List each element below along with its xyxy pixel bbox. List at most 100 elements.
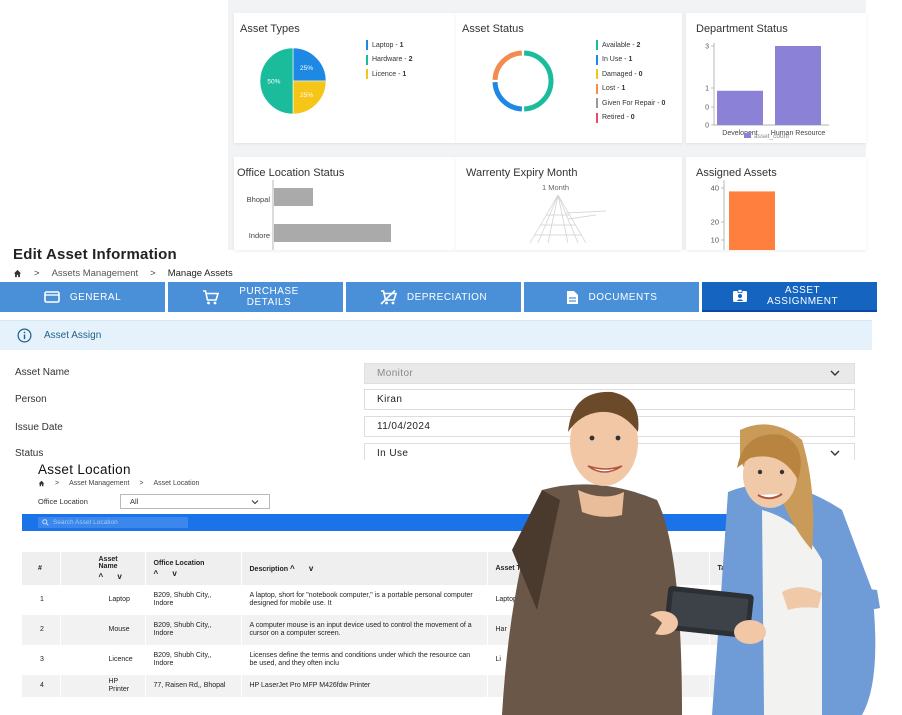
info-icon <box>17 328 32 343</box>
girl-figure <box>712 424 880 715</box>
column-header-office-location[interactable]: Office Location ^ v <box>145 552 242 585</box>
breadcrumb: > Assets Management > Manage Assets <box>13 268 233 279</box>
status-value: In Use <box>377 448 409 459</box>
home-icon[interactable] <box>38 480 45 487</box>
breadcrumb-asset-location: Asset Location <box>153 480 200 487</box>
pie-slice-label: 25% <box>300 65 313 72</box>
y-tick-label: Indore <box>249 231 270 240</box>
asset-types-legend: Laptop - 1 Hardware - 2 Licence - 1 <box>366 38 412 82</box>
asset-types-card: Asset Types 25% 25% 50% Laptop - 1 Hardware… <box>234 13 456 143</box>
document-icon <box>566 290 578 304</box>
sort-arrows-icon[interactable]: ^ v <box>154 569 233 578</box>
bar <box>717 90 763 125</box>
home-icon[interactable] <box>13 269 22 278</box>
office-location-title: Office Location Status <box>237 167 345 179</box>
asset-location-search-input[interactable]: Search Asset Location <box>38 517 188 528</box>
donut-segment <box>523 50 554 112</box>
donut-segment <box>492 50 523 81</box>
page-title: Edit Asset Information <box>13 246 177 263</box>
legend-item[interactable]: Given For Repair - 0 <box>596 96 665 111</box>
pie-slice-label: 50% <box>267 79 280 86</box>
asset-status-title: Asset Status <box>462 23 524 35</box>
legend-item[interactable]: Laptop - 1 <box>366 38 412 53</box>
office-location-select[interactable]: All <box>120 494 270 509</box>
cell-office-location: B209, Shubh City,, Indore <box>145 615 242 645</box>
office-location-label: Office Location <box>38 497 88 506</box>
legend-item[interactable]: Retired - 0 <box>596 111 665 126</box>
y-tick-label: 3 <box>705 44 709 51</box>
asset-location-title: Asset Location <box>38 462 131 477</box>
asset-assign-header: Asset Assign <box>0 320 872 350</box>
cell-office-location: B209, Shubh City,, Indore <box>145 645 242 675</box>
chevron-down-icon <box>830 370 840 376</box>
tab-asset-assignment-label: ASSET ASSIGNMENT <box>766 285 839 307</box>
asset-assign-title: Asset Assign <box>44 330 102 341</box>
y-tick-label: 0 <box>705 123 709 130</box>
legend-swatch <box>744 133 751 138</box>
tab-depreciation[interactable]: DEPRECIATION <box>346 282 521 312</box>
tab-asset-assignment[interactable]: ASSET ASSIGNMENT <box>702 282 877 312</box>
donut-segment <box>492 81 523 112</box>
warranty-expiry-card: Warrenty Expiry Month 1 Month <box>456 157 682 250</box>
tab-purchase-details[interactable]: PURCHASE DETAILS <box>168 282 343 312</box>
column-header-description[interactable]: Description ^ v <box>241 552 488 585</box>
legend-item[interactable]: Licence - 1 <box>366 67 412 82</box>
cell-description: A computer mouse is an input device used… <box>241 615 488 645</box>
bar <box>775 46 821 125</box>
column-header-asset-name[interactable]: Asset Name ^ v <box>60 552 146 585</box>
breadcrumb-separator: > <box>55 480 60 487</box>
asset-location-breadcrumb: > Asset Management > Asset Location <box>38 480 199 487</box>
assigned-assets-chart: 40 20 10 <box>711 180 775 250</box>
department-status-card: Department Status 3 1 0 0 Developent Human Re… <box>686 13 866 143</box>
asset-types-pie: 25% 25% 50% <box>259 47 327 115</box>
breadcrumb-assets-management[interactable]: Assets Management <box>52 268 139 279</box>
legend-item[interactable]: Lost - 1 <box>596 82 665 97</box>
y-tick-label: 10 <box>711 236 719 245</box>
asset-name-label: Asset Name <box>15 367 70 378</box>
legend-item[interactable]: Available - 2 <box>596 38 665 53</box>
tab-documents[interactable]: DOCUMENTS <box>524 282 699 312</box>
breadcrumb-separator: > <box>139 480 144 487</box>
cell-number: 4 <box>22 675 61 697</box>
tab-documents-label: DOCUMENTS <box>588 291 658 303</box>
y-tick-label: Bhopal <box>247 195 271 204</box>
y-tick-label: 0 <box>705 105 709 112</box>
legend-item[interactable]: Hardware - 2 <box>366 53 412 68</box>
x-tick-label: Developent <box>722 130 757 137</box>
pie-slice-label: 25% <box>300 92 313 99</box>
sort-arrows-icon[interactable]: ^ v <box>290 564 319 573</box>
breadcrumb-manage-assets: Manage Assets <box>167 268 233 279</box>
office-location-chart: Bhopal Indore <box>247 180 391 250</box>
cell-asset-name: Laptop <box>60 585 146 615</box>
y-tick-label: 1 <box>705 86 709 93</box>
tab-general[interactable]: GENERAL <box>0 282 165 312</box>
asset-status-legend: Available - 2 In Use - 1 Damaged - 0 Lost -… <box>596 38 665 125</box>
y-tick-label: 40 <box>711 184 719 193</box>
assigned-assets-title: Assigned Assets <box>696 167 777 179</box>
tab-bar: GENERAL PURCHASE DETAILS DEPRECIATION DO… <box>0 282 877 312</box>
person-label: Person <box>15 394 47 405</box>
breadcrumb-asset-management[interactable]: Asset Management <box>69 480 129 487</box>
chevron-down-icon <box>251 500 259 505</box>
office-location-value: All <box>130 497 139 506</box>
status-label: Status <box>15 448 44 459</box>
legend-item[interactable]: Damaged - 0 <box>596 67 665 82</box>
cell-office-location: B209, Shubh City,, Indore <box>145 585 242 615</box>
tab-depreciation-label: DEPRECIATION <box>406 291 488 303</box>
bar <box>274 224 391 242</box>
legend-item[interactable]: In Use - 1 <box>596 53 665 68</box>
cart-icon <box>203 289 219 304</box>
cell-description: Licenses define the terms and conditions… <box>241 645 488 675</box>
search-icon <box>42 519 49 526</box>
asset-types-title: Asset Types <box>240 23 300 35</box>
legend-label: asset_count <box>754 133 789 140</box>
assigned-assets-card: Assigned Assets 40 20 10 <box>686 157 866 250</box>
warranty-expiry-title: Warrenty Expiry Month <box>466 167 578 179</box>
tab-purchase-details-label: PURCHASE DETAILS <box>239 286 299 308</box>
sort-arrows-icon[interactable]: ^ v <box>99 572 137 581</box>
cell-description: HP LaserJet Pro MFP M426fdw Printer <box>241 675 488 697</box>
warranty-radar-chart <box>529 194 607 244</box>
bar <box>274 188 313 206</box>
window-icon <box>44 291 60 303</box>
breadcrumb-separator: > <box>150 268 156 279</box>
